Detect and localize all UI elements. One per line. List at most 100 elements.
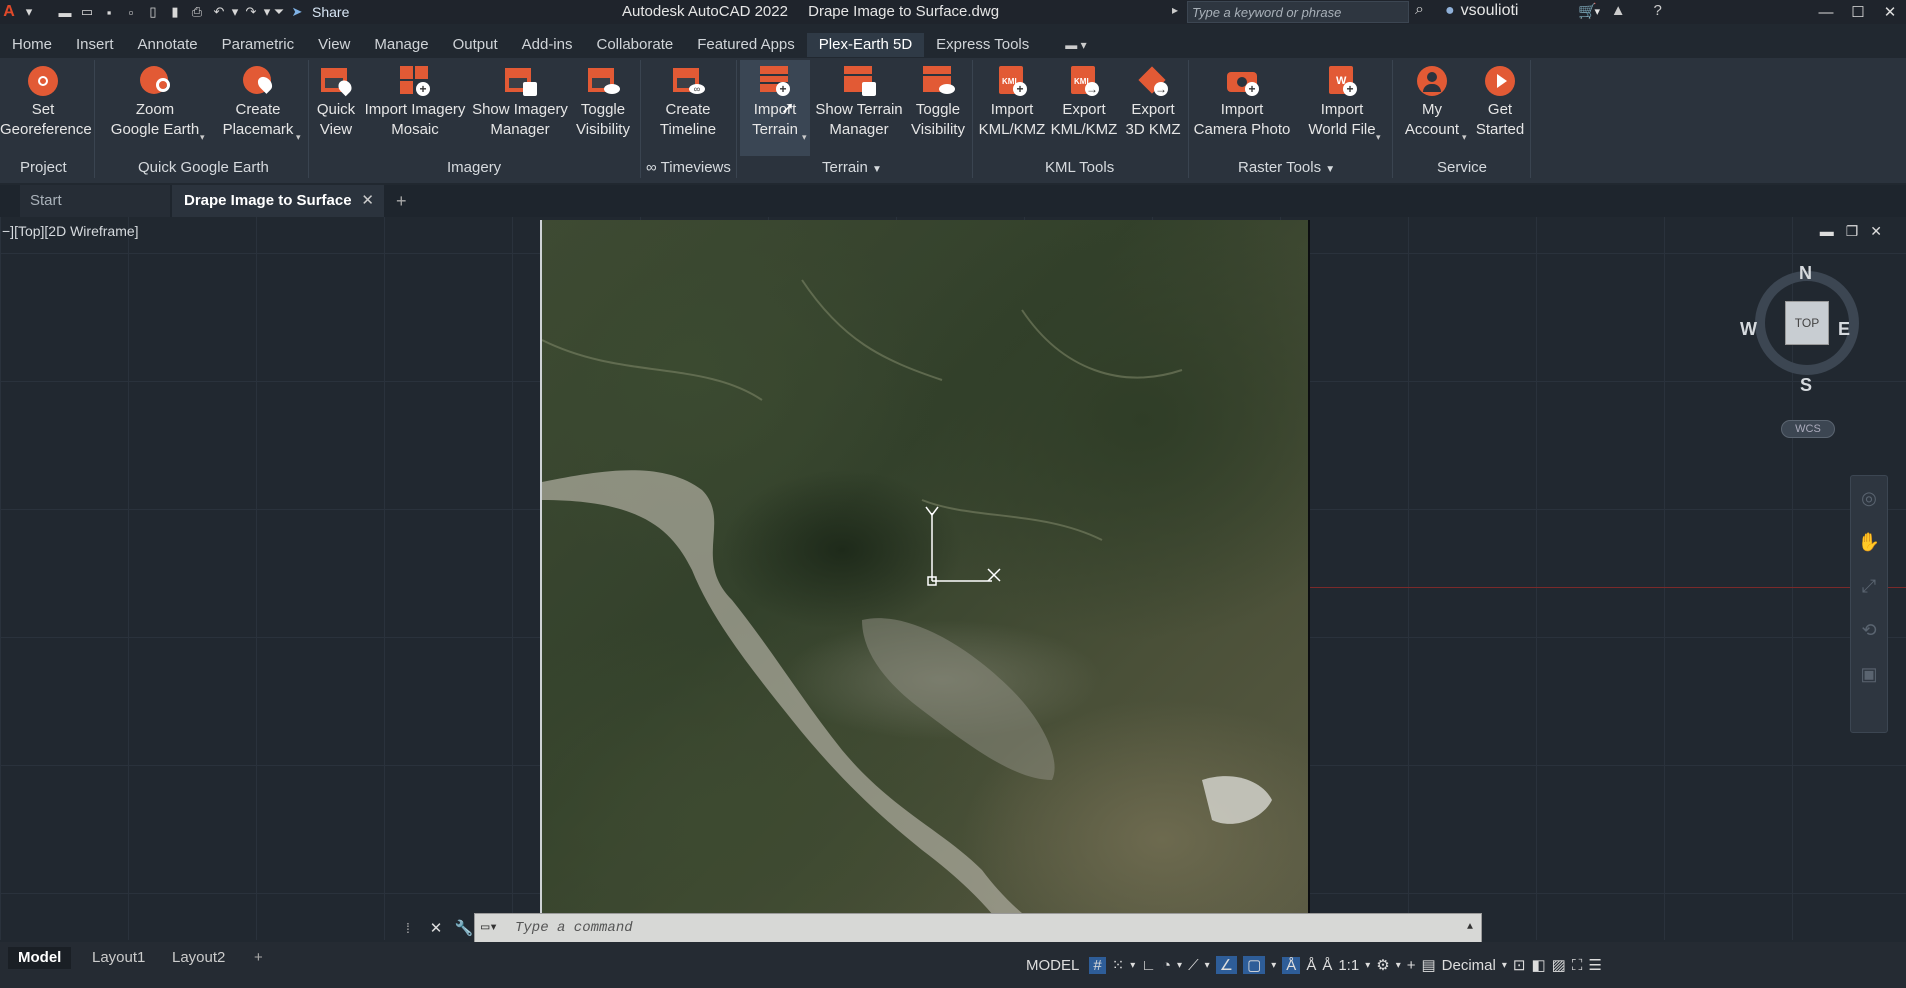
compass-south[interactable]: S: [1800, 375, 1812, 396]
tab-manage[interactable]: Manage: [362, 33, 440, 57]
world-file-dropdown-icon[interactable]: ▾: [1376, 132, 1381, 143]
zoom-dropdown-icon[interactable]: ▾: [200, 132, 205, 143]
toggle-visibility-imagery-button[interactable]: Toggle Visibility: [572, 60, 634, 140]
tab-parametric[interactable]: Parametric: [210, 33, 307, 57]
close-window-icon[interactable]: ✕: [1874, 0, 1906, 24]
orbit-icon[interactable]: ⟲: [1851, 608, 1887, 652]
viewcube-top[interactable]: TOP: [1785, 301, 1829, 345]
command-close-icon[interactable]: ✕: [422, 919, 450, 937]
command-grip-icon[interactable]: ⁞: [406, 920, 422, 936]
tab-output[interactable]: Output: [441, 33, 510, 57]
object-snap-dropdown-icon[interactable]: ▾: [1271, 960, 1276, 971]
export-kml-button[interactable]: KML → Export KML/KMZ: [1048, 60, 1120, 140]
ribbon-minimize-icon[interactable]: ▬ ▾: [1065, 38, 1086, 52]
annotation-scale-value[interactable]: 1:1: [1338, 957, 1359, 974]
export-3d-kmz-button[interactable]: → Export 3D KMZ: [1120, 60, 1186, 140]
viewport-controls-label[interactable]: −][Top][2D Wireframe]: [2, 223, 139, 239]
panel-label-timeviews[interactable]: ∞ Timeviews: [646, 159, 731, 176]
zoom-google-earth-button[interactable]: Zoom Google Earth: [108, 60, 202, 140]
scale-dropdown-icon[interactable]: ▾: [1365, 960, 1370, 971]
new-tab-icon[interactable]: +: [396, 185, 407, 217]
annotation-scale-icon[interactable]: Å: [1322, 957, 1332, 974]
user-account[interactable]: ● vsoulioti ▾: [1445, 2, 1600, 20]
minimize-icon[interactable]: —: [1810, 0, 1842, 24]
autocad-logo-icon[interactable]: A: [0, 1, 18, 23]
model-space-toggle[interactable]: MODEL: [1022, 957, 1083, 974]
polar-dropdown-icon[interactable]: ▾: [1177, 960, 1182, 971]
save-icon[interactable]: ▪: [98, 1, 120, 23]
command-input[interactable]: ▭▾ Type a command ▲: [474, 913, 1482, 943]
quick-view-button[interactable]: Quick View: [312, 60, 360, 140]
import-terrain-button[interactable]: + Import Terrain: [740, 60, 810, 156]
plot-icon[interactable]: ⎙: [186, 1, 208, 23]
quick-properties-icon[interactable]: ⊡: [1513, 956, 1526, 974]
new-file-icon[interactable]: ▬: [54, 1, 76, 23]
tab-plex-earth[interactable]: Plex-Earth 5D: [806, 33, 925, 57]
import-terrain-dropdown-icon[interactable]: ▾: [802, 132, 807, 143]
units-value[interactable]: Decimal: [1442, 957, 1496, 974]
tab-drape-image[interactable]: Drape Image to Surface ✕: [172, 185, 384, 217]
pan-icon[interactable]: ✋: [1851, 520, 1887, 564]
graphics-performance-icon[interactable]: ▨: [1552, 956, 1566, 974]
account-dropdown-icon[interactable]: ▾: [1462, 132, 1467, 143]
units-dropdown-icon[interactable]: ▾: [1502, 960, 1507, 971]
compass-east[interactable]: E: [1838, 319, 1850, 340]
share-icon[interactable]: ➤: [286, 1, 308, 23]
redo-icon[interactable]: ↷: [240, 1, 262, 23]
add-layout-icon[interactable]: +: [244, 947, 273, 969]
search-input[interactable]: Type a keyword or phrase: [1187, 1, 1409, 23]
create-placemark-button[interactable]: Create Placemark: [216, 60, 300, 140]
show-terrain-manager-button[interactable]: Show Terrain Manager: [812, 60, 906, 140]
toggle-visibility-terrain-button[interactable]: Toggle Visibility: [906, 60, 970, 140]
placemark-dropdown-icon[interactable]: ▾: [296, 132, 301, 143]
viewport-minimize-icon[interactable]: ▬: [1820, 223, 1834, 240]
layout-tab-layout1[interactable]: Layout1: [82, 947, 155, 969]
polar-icon[interactable]: ◔: [1162, 957, 1171, 974]
object-snap-icon[interactable]: ▢: [1243, 956, 1266, 974]
wcs-menu[interactable]: WCS: [1781, 420, 1835, 438]
units-icon[interactable]: ▤: [1421, 956, 1435, 974]
tab-add-ins[interactable]: Add-ins: [510, 33, 585, 57]
zoom-extents-icon[interactable]: ⤢: [1851, 564, 1887, 608]
create-timeline-button[interactable]: ∞ Create Timeline: [652, 60, 724, 140]
snap-icon[interactable]: ⁙: [1112, 956, 1125, 974]
tab-view[interactable]: View: [306, 33, 362, 57]
layout-tab-model[interactable]: Model: [8, 947, 72, 969]
compass-west[interactable]: W: [1740, 319, 1757, 340]
tab-featured-apps[interactable]: Featured Apps: [685, 33, 807, 57]
object-snap-tracking-icon[interactable]: ∠: [1215, 956, 1238, 974]
share-button[interactable]: Share: [312, 4, 349, 20]
command-history-icon[interactable]: ▭▾: [481, 914, 498, 942]
import-imagery-mosaic-button[interactable]: + Import Imagery Mosaic: [362, 60, 468, 140]
my-account-button[interactable]: My Account: [1398, 60, 1466, 140]
tab-annotate[interactable]: Annotate: [126, 33, 210, 57]
clean-screen-icon[interactable]: ⛶: [1572, 957, 1583, 974]
isodraft-dropdown-icon[interactable]: ▾: [1205, 960, 1210, 971]
autodesk-a360-icon[interactable]: ▲: [1611, 2, 1626, 20]
customize-qat-icon[interactable]: ⏷: [272, 1, 286, 23]
layout-tab-layout2[interactable]: Layout2: [162, 947, 235, 969]
open-file-icon[interactable]: ▭: [76, 1, 98, 23]
search-icon[interactable]: ⌕: [1415, 1, 1424, 19]
isolate-objects-icon[interactable]: ◧: [1531, 956, 1545, 974]
grid-icon[interactable]: #: [1089, 956, 1106, 974]
import-world-file-button[interactable]: W + Import World File: [1302, 60, 1382, 140]
redo-dropdown-icon[interactable]: ▾: [262, 1, 272, 23]
viewport-restore-icon[interactable]: ❐: [1846, 223, 1859, 240]
showmotion-icon[interactable]: ▣: [1851, 652, 1887, 696]
tab-collaborate[interactable]: Collaborate: [584, 33, 685, 57]
command-expand-icon[interactable]: ▲: [1467, 914, 1473, 942]
open-web-icon[interactable]: ▯: [142, 1, 164, 23]
maximize-icon[interactable]: ☐: [1842, 0, 1874, 24]
workspace-dropdown-icon[interactable]: ▾: [1396, 960, 1401, 971]
drawing-viewport[interactable]: −][Top][2D Wireframe] ▬ ❐ ✕ TOP N S E W …: [0, 217, 1906, 940]
save-as-icon[interactable]: ▫: [120, 1, 142, 23]
show-imagery-manager-button[interactable]: Show Imagery Manager: [470, 60, 570, 140]
viewport-close-icon[interactable]: ✕: [1870, 223, 1882, 240]
ortho-icon[interactable]: ∟: [1141, 957, 1156, 974]
auto-scale-icon[interactable]: Å: [1306, 957, 1316, 974]
undo-icon[interactable]: ↶: [208, 1, 230, 23]
workspace-gear-icon[interactable]: ⚙: [1376, 956, 1389, 974]
customization-menu-icon[interactable]: ☰: [1588, 956, 1601, 974]
snap-dropdown-icon[interactable]: ▾: [1130, 960, 1135, 971]
